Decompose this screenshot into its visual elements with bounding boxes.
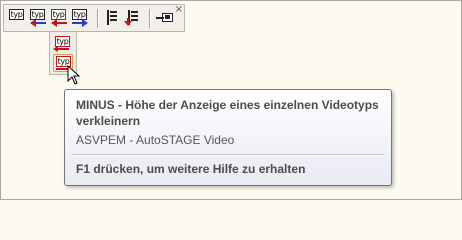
typ-icon: typ <box>9 9 24 20</box>
insert-frame-button[interactable] <box>155 8 175 28</box>
arrowhead-left-icon <box>51 19 57 27</box>
close-toolbar-icon[interactable]: × <box>175 5 183 15</box>
video-toolbar: typ typ typ typ × <box>3 4 185 32</box>
arrowhead-right-icon <box>82 19 88 27</box>
window-frame: typ typ typ typ × typ typ MINUS - Höhe d… <box>0 0 462 200</box>
align-lines-icon <box>131 11 138 13</box>
typ-blue-arrow-right-button[interactable]: typ <box>71 8 89 28</box>
toolbar-separator <box>149 9 150 28</box>
tooltip: MINUS - Höhe der Anzeige eines einzelnen… <box>64 89 392 186</box>
typ-red-arrow-button[interactable]: typ <box>50 8 68 28</box>
arrowhead-left-icon <box>30 19 36 27</box>
tooltip-title: MINUS - Höhe der Anzeige eines einzelnen… <box>76 98 379 128</box>
mouse-cursor-icon <box>67 65 81 85</box>
toolbar-separator <box>97 9 98 28</box>
insert-frame-icon <box>156 13 173 22</box>
red-arrow-icon <box>124 18 132 26</box>
align-rows-button[interactable] <box>103 8 121 28</box>
tooltip-subtitle: ASVPEM - AutoSTAGE Video <box>76 133 235 147</box>
tooltip-help-text: F1 drücken, um weitere Hilfe zu erhalten <box>76 162 306 176</box>
tooltip-divider <box>71 154 385 155</box>
align-lines-icon <box>110 11 117 13</box>
red-arrow-left-icon <box>53 46 69 52</box>
align-bar-icon <box>107 10 109 25</box>
align-rows-add-button[interactable] <box>124 8 142 28</box>
plus-typ-item[interactable]: typ <box>53 35 73 53</box>
typ-button[interactable]: typ <box>8 8 26 28</box>
typ-blue-arrow-left-button[interactable]: typ <box>29 8 47 28</box>
